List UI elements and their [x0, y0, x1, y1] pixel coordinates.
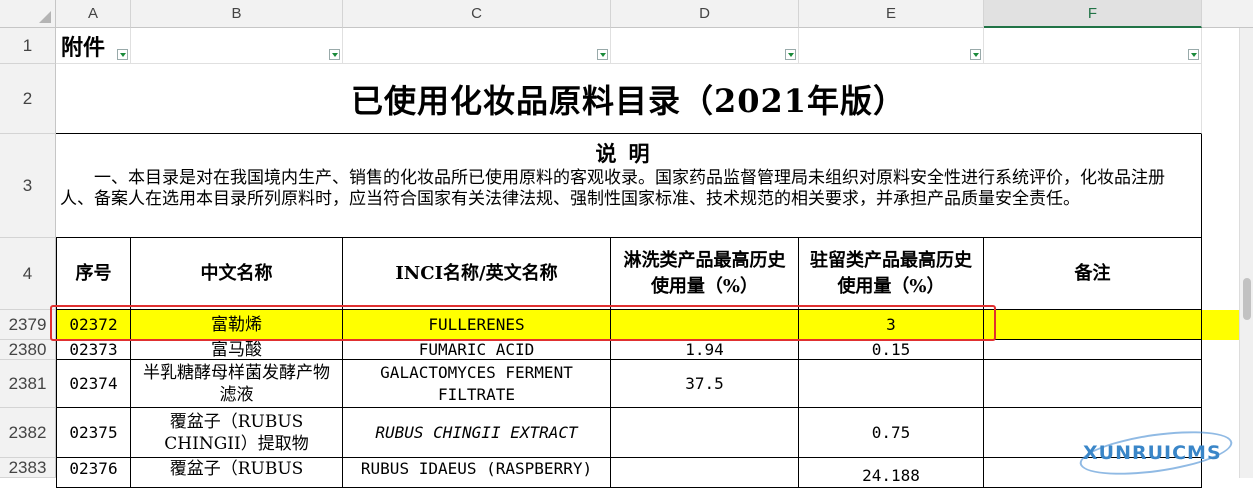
column-header-f[interactable]: F	[984, 0, 1202, 28]
cell-cn-name[interactable]: 覆盆子（RUBUS CHINGII）提取物	[131, 408, 343, 458]
cell-seq[interactable]: 02374	[56, 360, 131, 408]
watermark-logo: XUNRUICMS	[1075, 423, 1235, 483]
cell-d1[interactable]	[611, 28, 799, 64]
cell-rinse[interactable]: 37.5	[611, 360, 799, 408]
select-all-corner[interactable]	[0, 0, 56, 28]
row-header-2379[interactable]: 2379	[0, 310, 56, 340]
cell-seq[interactable]: 02373	[56, 340, 131, 360]
column-header-e[interactable]: E	[799, 0, 984, 28]
spreadsheet: A B C D E F 1 2 3 4 2379 2380 2381 2382 …	[0, 0, 1253, 488]
cell-seq[interactable]: 02376	[56, 458, 131, 488]
scrollbar-thumb[interactable]	[1243, 278, 1251, 320]
header-inci[interactable]: INCI名称/英文名称	[343, 238, 611, 310]
cell-inci[interactable]: GALACTOMYCES FERMENT FILTRATE	[343, 360, 611, 408]
column-header-d[interactable]: D	[611, 0, 799, 28]
cell-leave[interactable]: 24.188	[799, 458, 984, 488]
cell-leave[interactable]: 0.75	[799, 408, 984, 458]
filter-dropdown-f[interactable]	[1188, 49, 1199, 60]
column-header-a[interactable]: A	[56, 0, 131, 28]
filter-dropdown-b[interactable]	[329, 49, 340, 60]
cell-rinse[interactable]	[611, 408, 799, 458]
column-header-empty	[1202, 0, 1253, 28]
row-header-2383[interactable]: 2383	[0, 458, 56, 478]
cell-inci[interactable]: RUBUS CHINGII EXTRACT	[343, 408, 611, 458]
row-header-2381[interactable]: 2381	[0, 360, 56, 408]
cell-e1[interactable]	[799, 28, 984, 64]
cell-remark[interactable]	[984, 340, 1202, 360]
page-title: 已使用化妆品原料目录（2021年版）	[350, 81, 907, 120]
row-header-2380[interactable]: 2380	[0, 340, 56, 360]
header-remark[interactable]: 备注	[984, 238, 1202, 310]
filter-dropdown-d[interactable]	[785, 49, 796, 60]
header-rinse[interactable]: 淋洗类产品最高历史使用量（%）	[611, 238, 799, 310]
header-leave[interactable]: 驻留类产品最高历史使用量（%）	[799, 238, 984, 310]
cell-cn-name[interactable]: 半乳糖酵母样菌发酵产物滤液	[131, 360, 343, 408]
row-header-2382[interactable]: 2382	[0, 408, 56, 458]
header-seq[interactable]: 序号	[56, 238, 131, 310]
cell-f1[interactable]	[984, 28, 1202, 64]
header-cn-name[interactable]: 中文名称	[131, 238, 343, 310]
column-header-c[interactable]: C	[343, 0, 611, 28]
cell-leave[interactable]	[799, 360, 984, 408]
cell-leave[interactable]: 0.15	[799, 340, 984, 360]
annotation-highlight-box	[50, 305, 996, 341]
note-heading: 说明	[595, 141, 662, 166]
filter-dropdown-e[interactable]	[970, 49, 981, 60]
filter-dropdown-c[interactable]	[597, 49, 608, 60]
row-header-2[interactable]: 2	[0, 64, 56, 134]
cell-remark[interactable]	[984, 310, 1202, 340]
cell-inci[interactable]: FUMARIC ACID	[343, 340, 611, 360]
title-cell[interactable]: 已使用化妆品原料目录（2021年版）	[56, 64, 1202, 134]
note-cell[interactable]: 说明 一、本目录是对在我国境内生产、销售的化妆品所已使用原料的客观收录。国家药品…	[56, 134, 1202, 238]
cell-b1[interactable]	[131, 28, 343, 64]
cell-cn-name[interactable]: 富马酸	[131, 340, 343, 360]
note-body: 一、本目录是对在我国境内生产、销售的化妆品所已使用原料的客观收录。国家药品监督管…	[60, 168, 1165, 209]
row-header-4[interactable]: 4	[0, 238, 56, 310]
cell-remark[interactable]	[984, 360, 1202, 408]
cell-cn-name[interactable]: 覆盆子（RUBUS	[131, 458, 343, 488]
cell-seq[interactable]: 02375	[56, 408, 131, 458]
watermark-text: XUNRUICMS	[1083, 442, 1222, 464]
cell-rinse[interactable]	[611, 458, 799, 488]
cell-inci[interactable]: RUBUS IDAEUS (RASPBERRY)	[343, 458, 611, 488]
cell-rinse[interactable]: 1.94	[611, 340, 799, 360]
column-header-b[interactable]: B	[131, 0, 343, 28]
cell-c1[interactable]	[343, 28, 611, 64]
row-header-1[interactable]: 1	[0, 28, 56, 64]
row-header-3[interactable]: 3	[0, 134, 56, 238]
filter-dropdown-a[interactable]	[117, 49, 128, 60]
vertical-scrollbar[interactable]	[1239, 28, 1253, 478]
